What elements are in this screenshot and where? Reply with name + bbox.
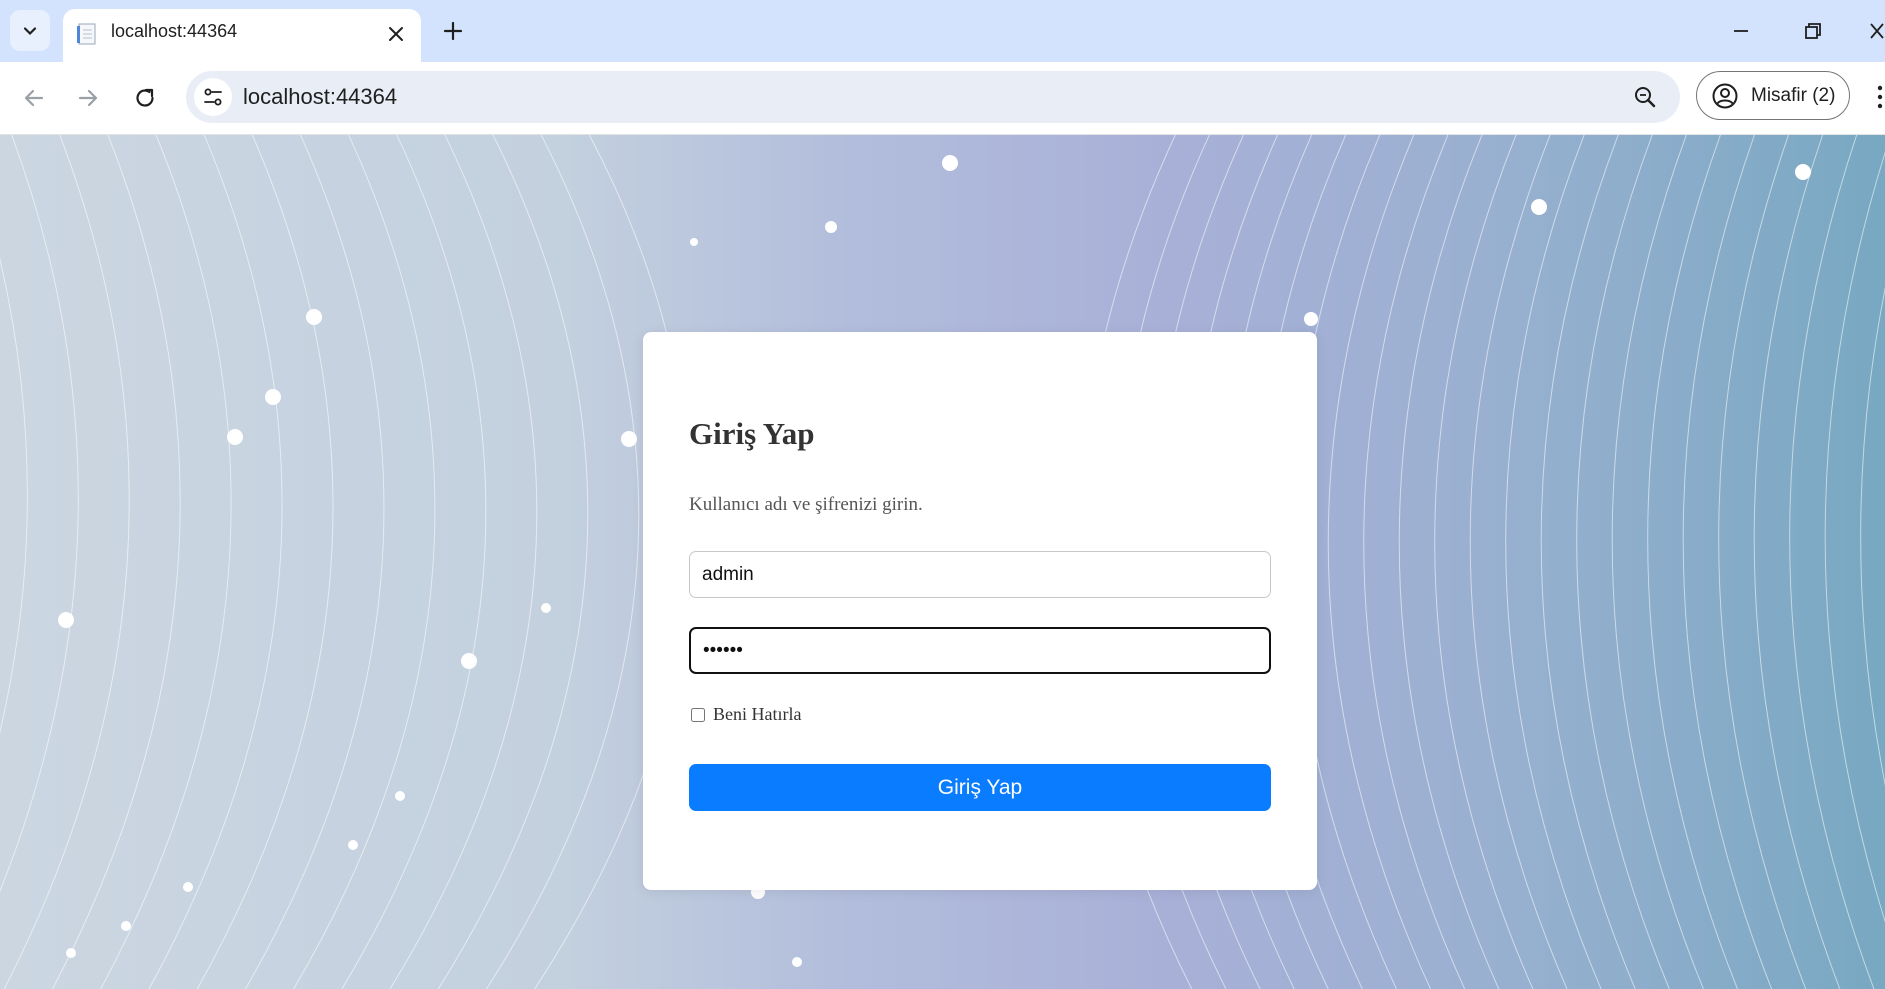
arrow-right-icon: [78, 89, 98, 107]
background-dot: [66, 948, 76, 958]
background-dot: [183, 882, 193, 892]
background-arc: [1576, 135, 1670, 989]
site-settings-icon: [204, 88, 222, 106]
reload-icon: [136, 88, 154, 107]
background-arc: [485, 135, 640, 989]
page-background: Giriş Yap Kullanıcı adı ve şifrenizi gir…: [0, 135, 1885, 989]
window-restore-icon[interactable]: [1801, 19, 1825, 43]
background-arc: [292, 135, 436, 989]
username-input[interactable]: [689, 551, 1271, 598]
password-input[interactable]: [689, 627, 1271, 674]
login-card: Giriş Yap Kullanıcı adı ve şifrenizi gir…: [643, 332, 1317, 890]
background-arc: [1789, 135, 1875, 989]
background-arc: [1824, 151, 1885, 923]
background-arc: [0, 257, 28, 734]
browser-tab-bar: localhost:44364: [0, 0, 1885, 62]
background-arc: [3, 135, 130, 989]
window-minimize-icon[interactable]: [1729, 19, 1753, 43]
browser-tab-active[interactable]: localhost:44364: [63, 9, 421, 62]
url-text[interactable]: localhost:44364: [243, 84, 397, 110]
new-tab-icon[interactable]: [440, 18, 466, 44]
browser-toolbar: localhost:44364 Misafir (2): [0, 62, 1885, 135]
background-arc: [1540, 135, 1636, 989]
background-dot: [58, 612, 74, 628]
window-close-icon[interactable]: [1869, 19, 1885, 43]
background-dot: [348, 840, 358, 850]
background-dot: [306, 309, 322, 325]
remember-me-checkbox[interactable]: [691, 707, 705, 722]
background-arc: [1611, 135, 1705, 989]
login-button[interactable]: Giriş Yap: [689, 764, 1271, 811]
account-circle-icon: [1712, 83, 1738, 108]
background-dot: [942, 155, 958, 171]
login-subtitle: Kullanıcı adı ve şifrenizi girin.: [689, 494, 923, 515]
login-title: Giriş Yap: [689, 416, 815, 451]
zoom-icon[interactable]: [1632, 84, 1658, 110]
background-arc: [1860, 286, 1885, 786]
site-info-button[interactable]: [194, 78, 232, 116]
back-button[interactable]: [18, 82, 50, 114]
background-dot: [121, 921, 131, 931]
background-dot: [1531, 199, 1547, 215]
background-dot: [461, 653, 477, 669]
background-arc: [1434, 135, 1534, 989]
background-dot: [1795, 164, 1811, 180]
remember-me-label: Beni Hatırla: [713, 704, 802, 724]
profile-button[interactable]: Misafir (2): [1696, 71, 1850, 120]
background-arc: [0, 135, 79, 893]
remember-me[interactable]: Beni Hatırla: [691, 704, 801, 725]
arrow-left-icon: [24, 89, 44, 107]
background-arc: [148, 135, 283, 989]
background-dot: [1304, 312, 1318, 326]
background-dot: [792, 957, 802, 967]
background-arc: [437, 135, 589, 989]
background-dot: [825, 221, 837, 233]
background-arc: [51, 135, 181, 989]
background-arc: [244, 135, 385, 989]
close-tab-icon[interactable]: [385, 23, 407, 45]
background-arc: [1505, 135, 1602, 989]
background-dot: [265, 389, 281, 405]
background-arc: [341, 135, 487, 989]
background-arc: [1469, 135, 1568, 989]
tab-search-button[interactable]: [10, 10, 50, 51]
forward-button[interactable]: [72, 82, 104, 114]
background-dot: [227, 429, 243, 445]
background-dot: [395, 791, 405, 801]
tab-title: localhost:44364: [111, 21, 238, 41]
background-arc: [1753, 135, 1841, 989]
more-menu-icon[interactable]: [1876, 84, 1884, 110]
background-arc: [1647, 135, 1739, 989]
profile-label: Misafir (2): [1751, 84, 1836, 106]
background-dot: [690, 238, 698, 246]
background-arc: [389, 135, 538, 989]
address-bar[interactable]: localhost:44364: [186, 71, 1680, 123]
page-favicon-icon: [77, 23, 96, 45]
background-arc: [1327, 135, 1432, 989]
chevron-down-icon: [23, 26, 37, 35]
background-dot: [541, 603, 551, 613]
reload-button[interactable]: [129, 82, 161, 114]
background-dot: [621, 431, 637, 447]
